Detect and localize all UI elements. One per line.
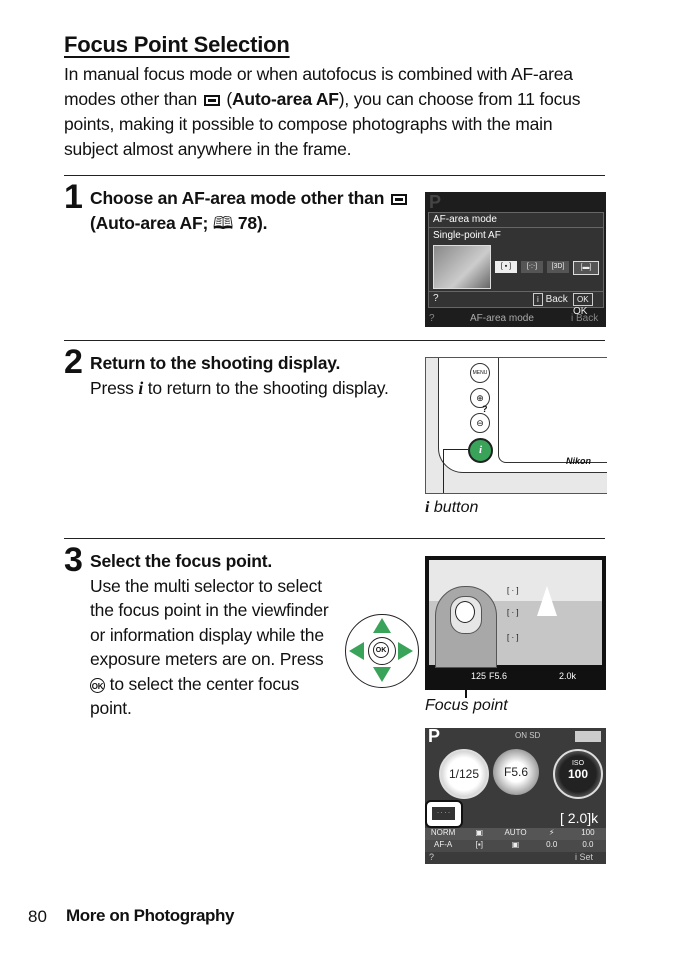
section-title: More on Photography — [66, 906, 235, 925]
af-area-icon: · · · · — [432, 807, 455, 820]
back-button[interactable]: i Back — [533, 293, 568, 306]
help-icon: ? — [482, 404, 488, 414]
step-number: 3 — [64, 541, 83, 579]
set-label: i Set — [575, 852, 594, 862]
ok-button[interactable]: OK — [373, 642, 389, 658]
af-option-single[interactable]: [ ▪ ] — [495, 261, 517, 273]
af-area-callout: · · · · — [425, 800, 463, 828]
info-i-button[interactable]: i — [468, 438, 493, 463]
lcd-screen — [498, 358, 607, 463]
ok-icon: OK — [573, 293, 593, 306]
nikon-logo: Nikon — [566, 456, 592, 466]
camera-back-illustration: Nikon MENU ⊕ ⊖ ? i — [425, 357, 607, 494]
af-option-3d[interactable]: [3D] — [547, 261, 569, 273]
intro-paragraph: In manual focus mode or when autofocus i… — [64, 64, 581, 159]
page-number: 80 — [28, 907, 47, 926]
step-3-text: Select the focus point. Use the multi sel… — [90, 551, 329, 718]
help-icon[interactable]: ? — [433, 293, 439, 304]
step-divider — [64, 538, 605, 539]
aperture-dial: F5.6 — [493, 749, 539, 795]
help-icon: ? — [429, 313, 435, 324]
book-icon: 🕮 — [212, 212, 234, 233]
af-mode-dialog: AF-area mode Single-point AF [ ▪ ] [⋅:⋅]… — [428, 212, 604, 317]
zoom-out-button[interactable]: ⊖ — [470, 413, 490, 433]
focus-point-caption: Focus point — [425, 697, 508, 714]
bottom-back: i Back — [571, 313, 599, 324]
iso-dial: ISO 100 — [553, 749, 603, 799]
information-display: P ON SD 1/125 F5.6 ISO 100 · · · · [ 2.0… — [425, 728, 606, 864]
menu-button[interactable]: MENU — [470, 363, 490, 383]
preview-thumbnail — [433, 245, 491, 289]
step-divider — [64, 340, 605, 341]
settings-row-2: AF-A [▪] ▣ 0.0 0.0 — [425, 840, 606, 852]
af-option-dynamic[interactable]: [⋅:⋅] — [521, 261, 543, 273]
help-icon: ? — [429, 852, 435, 862]
battery-icon — [575, 731, 601, 742]
step-number: 2 — [64, 343, 83, 381]
step-1-heading: Choose an AF-area mode other than (Auto-… — [90, 186, 420, 235]
focus-point-highlight — [455, 601, 475, 623]
up-arrow-icon[interactable] — [373, 618, 391, 633]
af-area-mode-screen: P AF-area mode Single-point AF [ ▪ ] [⋅:… — [425, 192, 606, 327]
settings-row-1: NORM ▣ AUTO ⚡ 100 — [425, 828, 606, 840]
focus-points: [ · ] — [507, 586, 519, 595]
focus-point-leader-line — [465, 668, 467, 698]
step-number: 1 — [64, 178, 83, 216]
step-2-text: Return to the shooting display. Press i t… — [90, 353, 389, 398]
af-option-auto-area[interactable]: [▬] — [573, 261, 599, 275]
multi-selector[interactable]: OK — [345, 614, 419, 688]
viewfinder-illustration: [ · ] [ · ] [ · ] 125 F5.6 2.0k — [425, 556, 606, 690]
ok-button-icon: OK — [90, 677, 105, 693]
viewfinder-readout: 125 F5.6 2.0k — [471, 671, 577, 681]
left-arrow-icon[interactable] — [349, 642, 364, 660]
i-button-caption: i button — [425, 499, 479, 516]
right-arrow-icon[interactable] — [398, 642, 413, 660]
auto-area-af-icon — [390, 194, 407, 205]
page-title: Focus Point Selection — [64, 32, 290, 57]
step-divider — [64, 175, 605, 176]
down-arrow-icon[interactable] — [373, 667, 391, 682]
auto-area-af-icon — [203, 95, 220, 106]
shutter-dial: 1/125 — [439, 749, 489, 799]
info-button-icon: i — [533, 293, 543, 306]
